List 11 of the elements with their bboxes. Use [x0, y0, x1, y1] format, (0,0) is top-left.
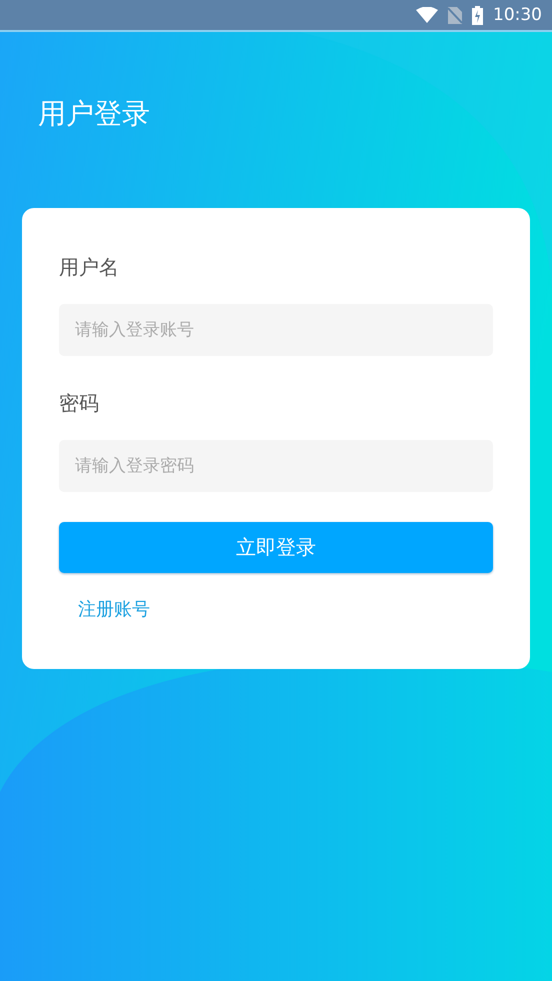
battery-charging-icon: [472, 6, 483, 24]
field-label: 用户名: [59, 254, 119, 281]
login-button[interactable]: 立即登录: [59, 522, 493, 573]
page-title: 用户登录: [38, 96, 150, 132]
register-link[interactable]: 注册账号: [78, 597, 150, 623]
input-field[interactable]: 请输入登录密码: [59, 440, 493, 492]
input-field[interactable]: 请输入登录账号: [59, 304, 493, 356]
no-sim-icon: [448, 6, 462, 24]
status-time: 10:30: [493, 5, 542, 25]
field-label: 密码: [59, 390, 99, 417]
wifi-icon: [416, 7, 438, 23]
